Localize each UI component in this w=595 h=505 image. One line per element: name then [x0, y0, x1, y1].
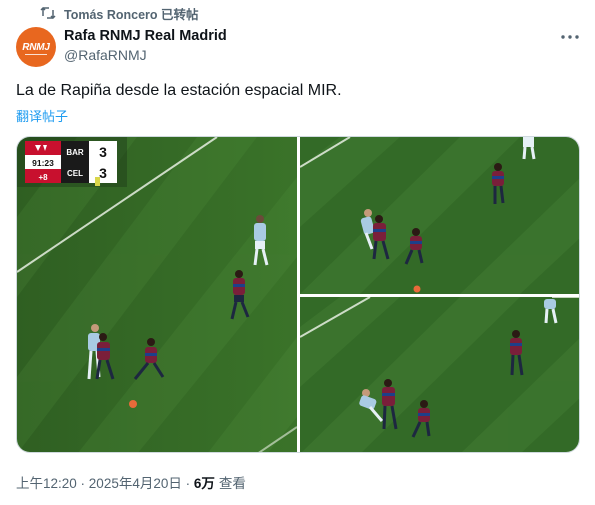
avatar-logo-text: RNMJ	[22, 41, 50, 53]
scorebug: 91:23 +8 BAR CEL 3 3	[25, 141, 117, 183]
media-image-2[interactable]	[300, 137, 579, 294]
scorebug-away-score: 3	[99, 165, 107, 181]
more-icon	[561, 35, 579, 39]
display-name[interactable]: Rafa RNMJ Real Madrid	[64, 27, 227, 45]
post-time[interactable]: 上午12:20	[16, 472, 77, 492]
retweet-label[interactable]: Tomás Roncero 已转帖	[64, 4, 199, 23]
author-block: Rafa RNMJ Real Madrid @RafaRNMJ	[64, 27, 227, 64]
avatar-underline	[25, 54, 47, 55]
avatar[interactable]: RNMJ	[16, 27, 56, 67]
retweet-header[interactable]: Tomás Roncero 已转帖	[40, 4, 199, 23]
ball	[129, 400, 137, 408]
tweet-text: La de Rapiña desde la estación espacial …	[16, 82, 342, 99]
scorebug-home-team: BAR	[66, 148, 84, 157]
separator: ·	[76, 476, 89, 491]
scorebug-home-score: 3	[99, 144, 107, 160]
retweet-icon	[40, 6, 56, 20]
views-label: 查看	[218, 476, 246, 491]
media-grid: 91:23 +8 BAR CEL 3 3	[16, 136, 580, 453]
more-button[interactable]	[559, 30, 581, 44]
scorebug-clock: 91:23	[32, 158, 54, 168]
media-image-3[interactable]	[300, 297, 579, 452]
tweet-card[interactable]: Tomás Roncero 已转帖 RNMJ Rafa RNMJ Real Ma…	[0, 0, 595, 505]
views-count: 6万	[193, 476, 215, 491]
media-image-1[interactable]: 91:23 +8 BAR CEL 3 3	[17, 137, 297, 452]
post-date[interactable]: 2025年4月20日	[89, 472, 182, 492]
ball	[413, 285, 421, 293]
scorebug-away-team: CEL	[67, 169, 83, 178]
translate-post-link[interactable]: 翻译帖子	[16, 106, 68, 125]
handle[interactable]: @RafaRNMJ	[64, 46, 227, 64]
tweet-footer: 上午12:20 · 2025年4月20日 · 6万 查看	[16, 472, 246, 492]
separator: ·	[181, 476, 194, 491]
scorebug-added-time: +8	[38, 173, 48, 182]
player-figure	[95, 177, 100, 186]
